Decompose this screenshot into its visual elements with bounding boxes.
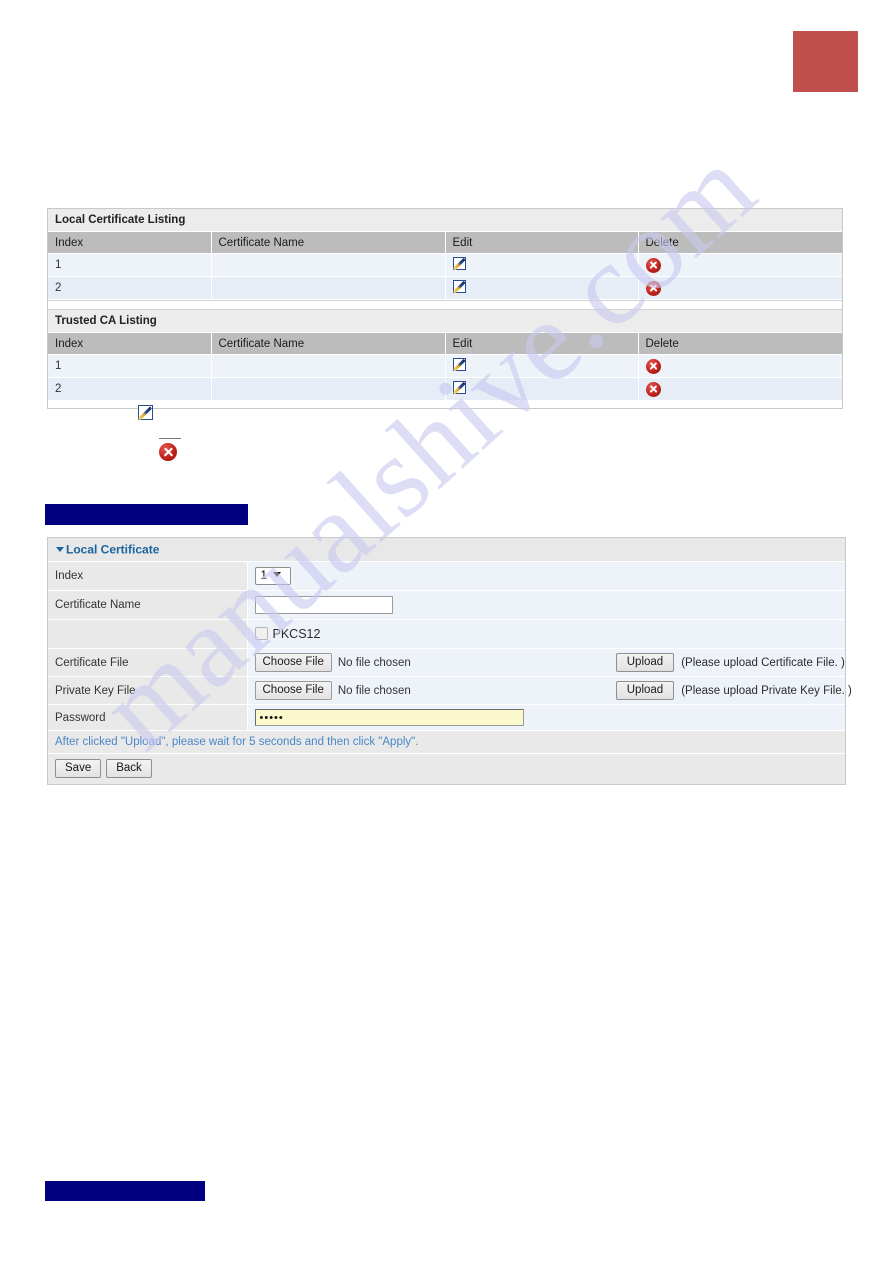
header-red-block bbox=[793, 31, 858, 92]
pkcs12-checkbox[interactable] bbox=[254, 627, 268, 640]
edit-pen-icon[interactable] bbox=[452, 257, 469, 273]
legend-delete-entry bbox=[159, 438, 181, 461]
form-row-certificate-name: Certificate Name bbox=[48, 590, 845, 620]
cell-certificate-name bbox=[211, 354, 446, 378]
index-select-value: 1 bbox=[260, 570, 267, 582]
cell-delete bbox=[638, 276, 842, 300]
field-pkcs12: PKCS12 bbox=[247, 619, 845, 649]
chevron-down-icon bbox=[272, 572, 281, 578]
private-key-file-status: No file chosen bbox=[337, 684, 411, 697]
cell-certificate-name bbox=[211, 276, 446, 300]
local-certificate-form-title: Local Certificate bbox=[66, 542, 160, 557]
cell-delete bbox=[638, 377, 842, 401]
edit-pen-icon bbox=[137, 405, 156, 423]
local-certificate-form-table: Index 1 Certificate Name PKCS12 Certific… bbox=[48, 562, 852, 784]
table-row: 2 bbox=[48, 377, 842, 401]
edit-pen-icon[interactable] bbox=[452, 381, 469, 397]
certificate-file-hint: (Please upload Certificate File. ) bbox=[681, 656, 845, 669]
column-header-edit: Edit bbox=[445, 333, 639, 355]
label-index: Index bbox=[48, 562, 248, 591]
column-header-delete: Delete bbox=[638, 232, 842, 254]
edit-pen-icon[interactable] bbox=[452, 358, 469, 374]
private-key-file-choose-button[interactable]: Choose File bbox=[254, 681, 332, 700]
cell-certificate-name bbox=[211, 253, 446, 277]
pkcs12-label: PKCS12 bbox=[272, 627, 321, 641]
cell-edit bbox=[445, 377, 639, 401]
certificate-name-input[interactable] bbox=[254, 596, 393, 614]
triangle-down-icon[interactable] bbox=[56, 546, 64, 552]
cell-index: 2 bbox=[48, 377, 212, 401]
column-header-certificate-name: Certificate Name bbox=[211, 333, 446, 355]
label-certificate-name: Certificate Name bbox=[48, 590, 248, 620]
cell-edit bbox=[445, 253, 639, 277]
private-key-file-upload-button[interactable]: Upload bbox=[615, 681, 675, 700]
form-row-pkcs12: PKCS12 bbox=[48, 619, 845, 649]
delete-cross-icon[interactable] bbox=[645, 257, 661, 273]
form-row-buttons: Save Back bbox=[48, 753, 845, 784]
redacted-heading-bar-top bbox=[45, 504, 248, 525]
form-row-certificate-file: Certificate File Choose File No file chos… bbox=[48, 648, 845, 677]
index-select[interactable]: 1 bbox=[254, 567, 291, 585]
certificate-file-upload-button[interactable]: Upload bbox=[615, 653, 675, 672]
table-row: 1 bbox=[48, 354, 842, 378]
table-header-row: Index Certificate Name Edit Delete bbox=[48, 333, 842, 355]
column-header-index: Index bbox=[48, 232, 212, 254]
label-certificate-file: Certificate File bbox=[48, 648, 248, 677]
legend-edit-entry bbox=[137, 405, 156, 423]
certificate-listing-panel: Local Certificate Listing Index Certific… bbox=[47, 208, 843, 409]
cell-index: 1 bbox=[48, 253, 212, 277]
form-row-private-key-file: Private Key File Choose File No file chos… bbox=[48, 676, 852, 705]
column-header-certificate-name: Certificate Name bbox=[211, 232, 446, 254]
local-certificate-form-header[interactable]: Local Certificate bbox=[48, 538, 845, 562]
redacted-heading-bar-bottom bbox=[45, 1181, 205, 1201]
delete-cross-icon bbox=[159, 443, 177, 461]
form-button-group: Save Back bbox=[48, 753, 845, 784]
form-row-index: Index 1 bbox=[48, 562, 845, 591]
table-header-row: Index Certificate Name Edit Delete bbox=[48, 232, 842, 254]
column-header-index: Index bbox=[48, 333, 212, 355]
cell-edit bbox=[445, 354, 639, 378]
upload-note-text: After clicked "Upload", please wait for … bbox=[48, 730, 845, 754]
cell-delete bbox=[638, 253, 842, 277]
delete-cross-icon[interactable] bbox=[645, 280, 661, 296]
field-certificate-name bbox=[247, 590, 845, 620]
trusted-ca-listing-title: Trusted CA Listing bbox=[48, 310, 842, 333]
column-header-edit: Edit bbox=[445, 232, 639, 254]
certificate-file-status: No file chosen bbox=[337, 656, 411, 669]
field-password: ••••• bbox=[247, 704, 845, 731]
legend-rule bbox=[159, 438, 181, 439]
local-certificate-listing-table: Index Certificate Name Edit Delete 1 2 bbox=[48, 232, 842, 300]
local-certificate-listing-title: Local Certificate Listing bbox=[48, 209, 842, 232]
certificate-file-choose-button[interactable]: Choose File bbox=[254, 653, 332, 672]
table-row: 1 bbox=[48, 253, 842, 277]
cell-certificate-name bbox=[211, 377, 446, 401]
form-row-note: After clicked "Upload", please wait for … bbox=[48, 730, 845, 754]
label-private-key-file: Private Key File bbox=[48, 676, 248, 705]
label-password: Password bbox=[48, 704, 248, 731]
save-button[interactable]: Save bbox=[55, 759, 102, 778]
cell-index: 2 bbox=[48, 276, 212, 300]
trusted-ca-listing-table: Index Certificate Name Edit Delete 1 2 bbox=[48, 333, 842, 401]
field-certificate-file: Choose File No file chosen Upload (Please u… bbox=[247, 648, 845, 677]
listing-panel-divider bbox=[48, 300, 842, 310]
private-key-file-hint: (Please upload Private Key File. ) bbox=[681, 684, 852, 697]
edit-pen-icon[interactable] bbox=[452, 280, 469, 296]
listing-panel-footer bbox=[48, 401, 842, 408]
cell-delete bbox=[638, 354, 842, 378]
delete-cross-icon[interactable] bbox=[645, 381, 661, 397]
password-input-value: ••••• bbox=[259, 712, 284, 724]
table-row: 2 bbox=[48, 276, 842, 300]
delete-cross-icon[interactable] bbox=[645, 358, 661, 374]
cell-edit bbox=[445, 276, 639, 300]
back-button[interactable]: Back bbox=[106, 759, 152, 778]
form-row-password: Password ••••• bbox=[48, 704, 845, 731]
field-private-key-file: Choose File No file chosen Upload (Please u… bbox=[247, 676, 852, 705]
cell-index: 1 bbox=[48, 354, 212, 378]
password-input[interactable]: ••••• bbox=[254, 709, 524, 726]
column-header-delete: Delete bbox=[638, 333, 842, 355]
field-index: 1 bbox=[247, 562, 845, 591]
local-certificate-form-panel: Local Certificate Index 1 Certificate Na… bbox=[47, 537, 852, 785]
label-pkcs12-empty bbox=[48, 619, 248, 649]
